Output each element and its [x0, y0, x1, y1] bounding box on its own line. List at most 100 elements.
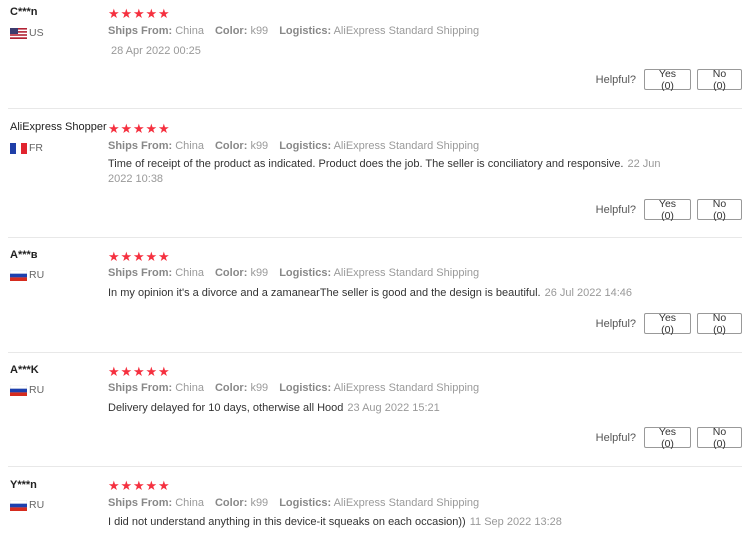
ships-from-label: Ships From:: [108, 140, 173, 152]
star-icon: ★: [133, 478, 145, 493]
color-value: k99: [250, 140, 269, 152]
logistics-value: AliExpress Standard Shipping: [333, 382, 480, 394]
star-icon: ★: [133, 249, 145, 264]
star-icon: ★: [145, 478, 158, 493]
country-code: RU: [29, 384, 45, 396]
logistics-value: AliExpress Standard Shipping: [333, 267, 480, 279]
star-icon: ★: [133, 364, 145, 379]
color-label: Color:: [214, 382, 248, 394]
country-code: RU: [29, 269, 45, 281]
ships-from-value: China: [175, 25, 204, 37]
review-divider: [8, 466, 742, 467]
color-value: k99: [250, 382, 269, 394]
review-text: I did not understand anything in this de…: [108, 515, 678, 530]
review-divider: [8, 352, 742, 353]
star-rating: ★ ★ ★ ★ ★: [108, 479, 171, 492]
star-icon: ★: [145, 6, 158, 21]
country-code: RU: [29, 499, 45, 511]
helpful-label: Helpful?: [595, 73, 636, 86]
star-rating: ★ ★ ★ ★ ★: [108, 122, 171, 135]
ships-from-label: Ships From:: [108, 267, 173, 279]
star-icon: ★: [158, 121, 170, 136]
reviewer-country: RU: [10, 499, 44, 511]
ships-from-value: China: [175, 267, 204, 279]
star-icon: ★: [133, 6, 145, 21]
logistics-value: AliExpress Standard Shipping: [333, 497, 480, 509]
color-label: Color:: [214, 25, 248, 37]
review-divider: [8, 237, 742, 238]
helpful-controls: Helpful? Yes (0) No (0): [595, 68, 742, 92]
review-date: 26 Jul 2022 14:46: [544, 287, 633, 299]
star-icon: ★: [108, 121, 120, 136]
star-icon: ★: [158, 6, 170, 21]
fr-flag-icon: [10, 142, 27, 154]
helpful-no-button[interactable]: No (0): [697, 198, 742, 222]
logistics-value: AliExpress Standard Shipping: [333, 140, 480, 152]
country-code: US: [29, 27, 44, 39]
ru-flag-icon: [10, 384, 27, 396]
helpful-label: Helpful?: [595, 317, 636, 330]
helpful-controls: Helpful? Yes (0) No (0): [596, 198, 742, 222]
star-icon: ★: [145, 121, 158, 136]
reviewer-country: US: [10, 27, 44, 39]
star-icon: ★: [145, 364, 158, 379]
review-text: In my opinion it's a divorce and a zaman…: [108, 286, 678, 301]
ships-from-value: China: [175, 140, 204, 152]
helpful-no-button[interactable]: No (0): [697, 68, 742, 92]
review-body: Delivery delayed for 10 days, otherwise …: [108, 402, 344, 414]
ru-flag-icon: [10, 269, 27, 281]
star-icon: ★: [120, 249, 133, 264]
reviewer-name: AliExpress Shopper: [10, 121, 107, 133]
logistics-value: AliExpress Standard Shipping: [333, 25, 480, 37]
review-divider: [8, 108, 742, 109]
ships-from-label: Ships From:: [108, 382, 173, 394]
reviewer-country: RU: [10, 384, 44, 396]
review-text: Time of receipt of the product as indica…: [108, 157, 678, 187]
star-icon: ★: [120, 478, 133, 493]
review-list: C***n US ★ ★ ★ ★ ★ Ships From: China Color: …: [0, 0, 750, 536]
star-icon: ★: [108, 364, 120, 379]
star-icon: ★: [133, 121, 145, 136]
review-date: 11 Sep 2022 13:28: [469, 516, 562, 528]
star-rating: ★ ★ ★ ★ ★: [108, 7, 171, 20]
reviewer-name: Y***n: [10, 479, 37, 491]
review-date: 23 Aug 2022 15:21: [347, 402, 440, 414]
review-body: I did not understand anything in this de…: [108, 516, 466, 528]
review-date: 28 Apr 2022 00:25: [111, 45, 201, 57]
ships-from-value: China: [175, 382, 204, 394]
country-code: FR: [29, 142, 43, 154]
helpful-no-button[interactable]: No (0): [697, 312, 742, 336]
color-label: Color:: [214, 140, 248, 152]
review-body: Time of receipt of the product as indica…: [108, 158, 624, 170]
logistics-label: Logistics:: [279, 140, 332, 152]
color-value: k99: [250, 267, 269, 279]
star-icon: ★: [120, 364, 133, 379]
helpful-yes-button[interactable]: Yes (0): [644, 312, 691, 336]
review-meta: Ships From: China Color: k99 Logistics: …: [108, 140, 490, 152]
color-value: k99: [250, 497, 269, 509]
ships-from-value: China: [175, 497, 204, 509]
ships-from-label: Ships From:: [108, 25, 173, 37]
helpful-yes-button[interactable]: Yes (0): [644, 198, 691, 222]
review-meta: Ships From: China Color: k99 Logistics: …: [108, 25, 490, 37]
star-icon: ★: [120, 121, 133, 136]
us-flag-icon: [10, 27, 27, 39]
color-label: Color:: [214, 267, 248, 279]
reviewer-name: C***n: [10, 6, 38, 18]
logistics-label: Logistics:: [279, 382, 332, 394]
reviewer-country: RU: [10, 269, 44, 281]
reviewer-name: A***K: [10, 364, 39, 376]
review-meta: Ships From: China Color: k99 Logistics: …: [108, 497, 490, 509]
logistics-label: Logistics:: [279, 25, 332, 37]
helpful-yes-button[interactable]: Yes (0): [644, 68, 691, 92]
color-value: k99: [250, 25, 269, 37]
star-icon: ★: [108, 249, 120, 264]
helpful-no-button[interactable]: No (0): [697, 426, 742, 450]
color-label: Color:: [214, 497, 248, 509]
star-icon: ★: [158, 364, 170, 379]
helpful-controls: Helpful? Yes (0) No (0): [595, 312, 742, 336]
helpful-yes-button[interactable]: Yes (0): [644, 426, 691, 450]
star-rating: ★ ★ ★ ★ ★: [108, 250, 171, 263]
logistics-label: Logistics:: [279, 497, 332, 509]
reviewer-name: A***в: [10, 249, 38, 261]
